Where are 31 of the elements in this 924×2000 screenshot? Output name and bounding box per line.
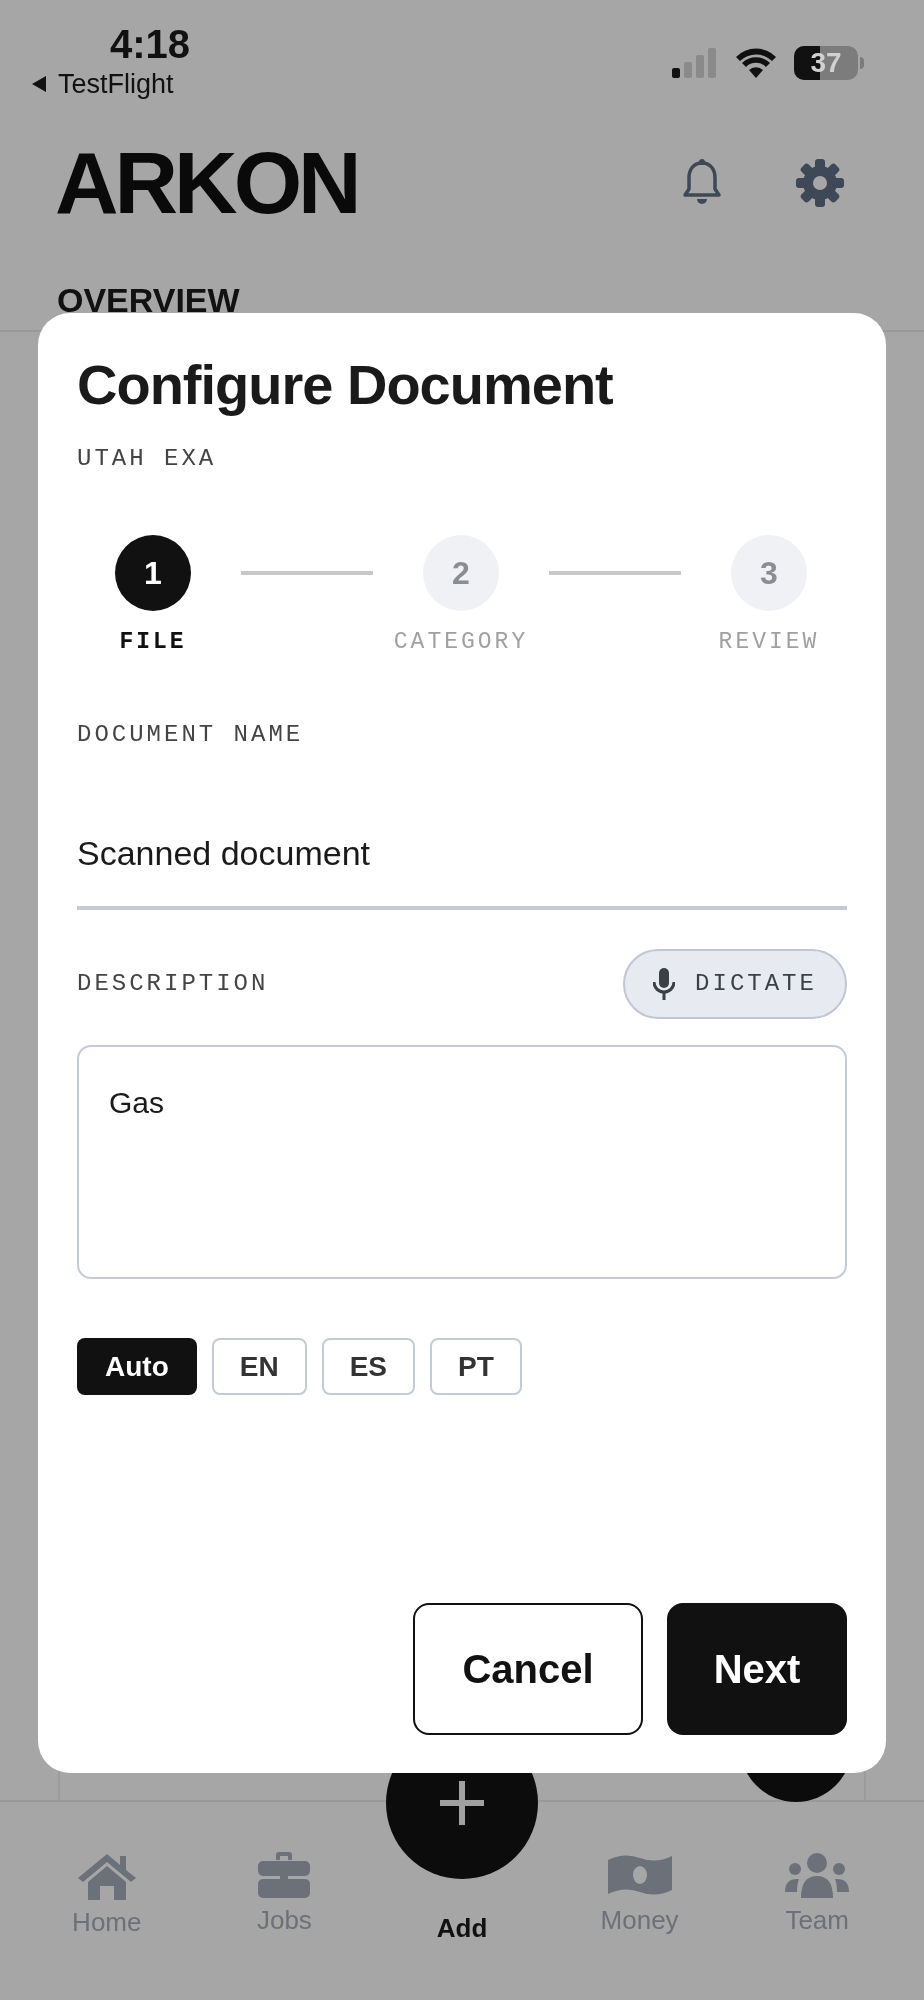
language-chip[interactable]: ES bbox=[321, 1338, 416, 1395]
language-chip[interactable]: EN bbox=[211, 1338, 307, 1395]
clock-time: 4:18 bbox=[110, 22, 191, 66]
brand-logo: ARKON bbox=[55, 138, 358, 228]
cancel-button[interactable]: Cancel bbox=[413, 1603, 643, 1735]
banknote-icon bbox=[607, 1852, 672, 1898]
section-heading: OVERVIEW bbox=[57, 280, 240, 320]
back-link[interactable]: TestFlight bbox=[58, 68, 174, 100]
step-label: FILE bbox=[119, 628, 187, 656]
back-arrow-icon[interactable] bbox=[30, 74, 48, 94]
language-chip[interactable]: PT bbox=[430, 1338, 522, 1395]
people-icon bbox=[785, 1852, 850, 1898]
dialog-subtitle: UTAH EXA bbox=[77, 445, 217, 473]
language-chip[interactable]: Auto bbox=[77, 1338, 197, 1395]
next-button[interactable]: Next bbox=[667, 1603, 847, 1735]
description-field[interactable]: Gas bbox=[77, 1045, 847, 1279]
field-label: DESCRIPTION bbox=[77, 970, 269, 998]
settings-icon[interactable] bbox=[796, 159, 844, 207]
plus-icon bbox=[440, 1781, 484, 1825]
dialog-title: Configure Document bbox=[77, 353, 613, 417]
signal-icon bbox=[672, 48, 718, 78]
bell-icon[interactable] bbox=[682, 159, 722, 207]
dictate-button[interactable]: DICTATE bbox=[623, 949, 847, 1019]
step-label: CATEGORY bbox=[393, 628, 529, 656]
tab-item[interactable]: Add bbox=[436, 1906, 488, 1944]
input-field[interactable]: Scanned document bbox=[77, 801, 847, 910]
field-label: DOCUMENT NAME bbox=[77, 721, 304, 749]
microphone-icon bbox=[653, 968, 676, 1000]
briefcase-icon bbox=[258, 1852, 311, 1898]
step-label: REVIEW bbox=[718, 628, 820, 656]
wifi-icon bbox=[736, 48, 776, 78]
